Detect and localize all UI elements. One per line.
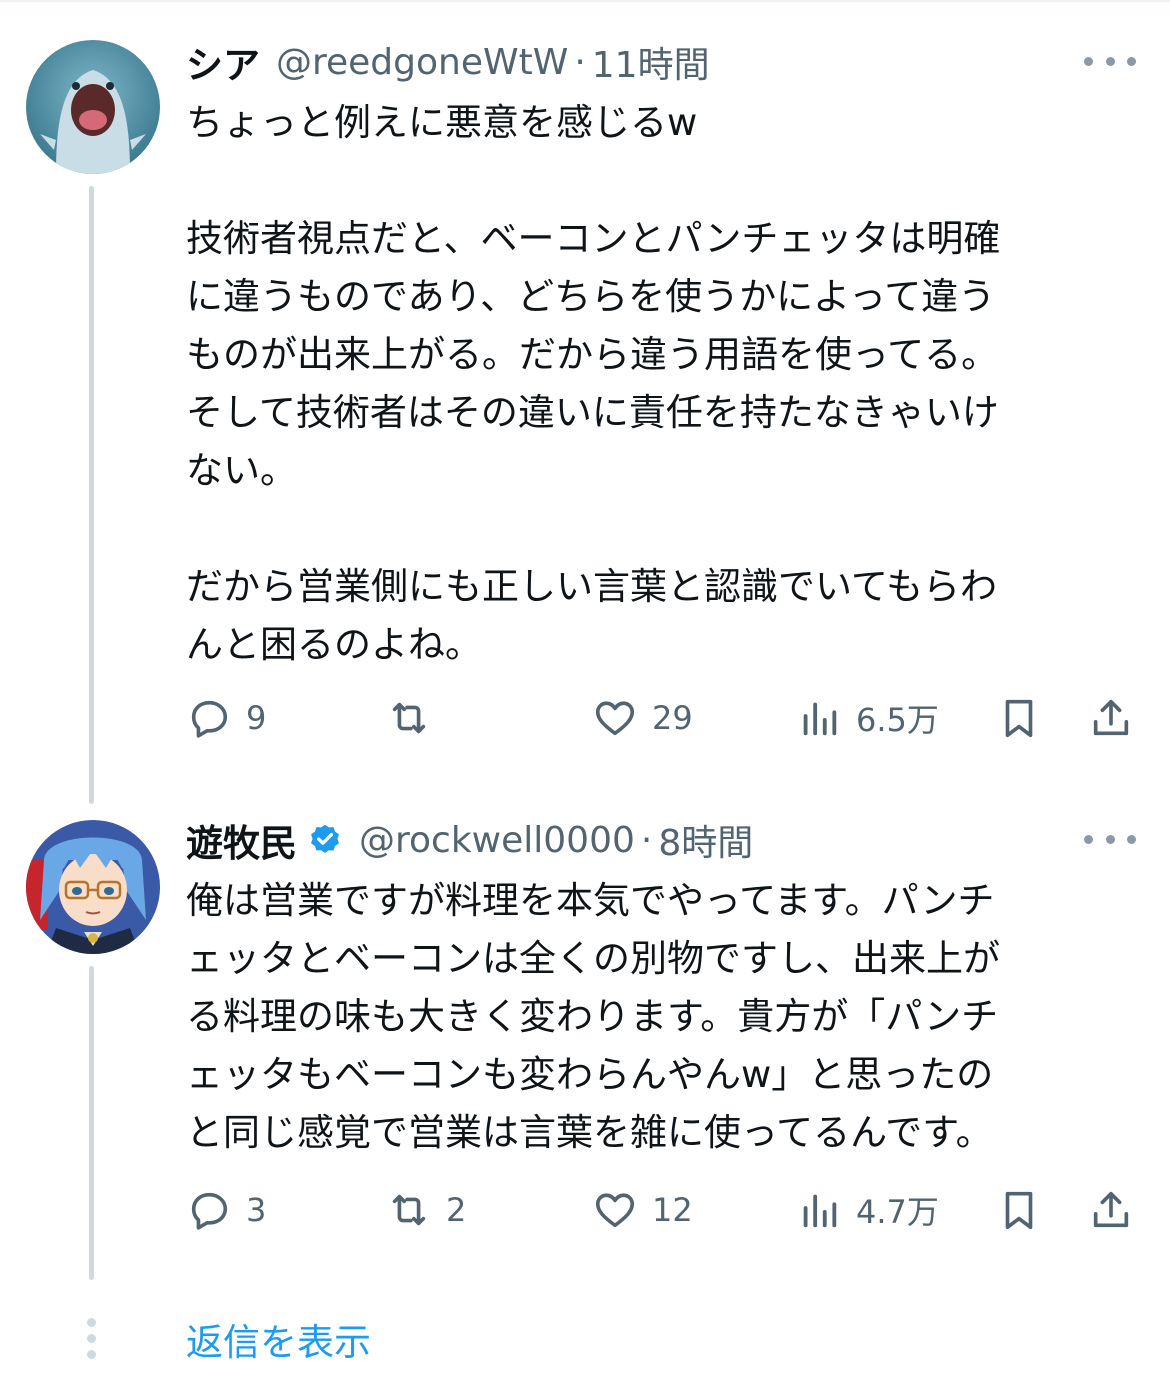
tweet[interactable]: シア @reedgoneWtW · 11時間 ちょっと例えに悪意を感じるw 技術… — [186, 32, 1136, 752]
bar-chart-icon — [803, 1194, 837, 1228]
reply-button[interactable]: 3 — [186, 1180, 266, 1240]
more-icon[interactable] — [1084, 824, 1136, 854]
tweet-text-line: と同じ感覚で営業は言葉を雑に使ってるんです。 — [186, 1111, 993, 1154]
thread-line — [89, 966, 94, 1280]
tweet-actions: 9 29 6.5万 — [186, 688, 1136, 748]
retweet-icon — [392, 702, 426, 734]
tweet-text: ちょっと例えに悪意を感じるw 技術者視点だと、ベーコンとパンチェッタは明確 に違… — [186, 94, 1126, 674]
tweet-text-line: 技術者視点だと、ベーコンとパンチェッタは明確 — [186, 217, 1001, 260]
tweet-text-line: 俺は営業ですが料理を本気でやってます。パンチ — [186, 879, 995, 922]
thread-dots-icon — [87, 1318, 97, 1366]
tweet-text-line: そして技術者はその違いに責任を持たなきゃいけ — [186, 391, 999, 434]
bookmark-button[interactable] — [996, 688, 1042, 748]
like-count: 12 — [652, 1191, 693, 1229]
display-name[interactable]: 遊牧民 — [186, 813, 297, 867]
views-button[interactable]: 6.5万 — [796, 688, 939, 748]
tweet-text-line: ェッタもベーコンも変わらんやんw」と思ったの — [186, 1053, 994, 1096]
bookmark-icon — [1005, 1191, 1033, 1230]
bookmark-button[interactable] — [996, 1180, 1042, 1240]
display-name[interactable]: シア — [186, 35, 260, 89]
user-handle[interactable]: @reedgoneWtW — [276, 42, 568, 83]
heart-icon — [595, 1193, 635, 1228]
tweet-text-line: に違うものであり、どちらを使うかによって違う — [186, 275, 996, 318]
retweet-button[interactable]: 2 — [386, 1180, 466, 1240]
tweet[interactable]: 遊牧民 @rockwell0000 · 8時間 俺は営業ですが料理を本気でやって… — [186, 810, 1136, 1250]
views-button[interactable]: 4.7万 — [796, 1180, 939, 1240]
reply-count: 9 — [246, 699, 267, 737]
more-icon[interactable] — [1084, 46, 1136, 76]
tweet-text-line: んと困るのよね。 — [186, 623, 482, 666]
reply-button[interactable]: 9 — [186, 688, 266, 748]
tweet-text-line: る料理の味も大きく変わります。貴方が「パンチ — [186, 995, 999, 1038]
retweet-icon — [392, 1194, 426, 1226]
retweet-count: 2 — [446, 1191, 467, 1229]
top-divider — [0, 0, 1170, 2]
retweet-button[interactable] — [386, 688, 446, 748]
tweet-text-line: ない。 — [186, 449, 297, 492]
reply-count: 3 — [246, 1191, 267, 1229]
bookmark-icon — [1005, 699, 1033, 738]
thread-line — [89, 186, 94, 804]
like-button[interactable]: 12 — [592, 1180, 693, 1240]
show-replies-link[interactable]: 返信を表示 — [186, 1312, 371, 1366]
avatar-anime-girl[interactable] — [26, 820, 160, 954]
like-button[interactable]: 29 — [592, 688, 693, 748]
tweet-text-line: ちょっと例えに悪意を感じるw — [186, 101, 698, 144]
share-icon — [1093, 699, 1129, 736]
heart-icon — [595, 701, 635, 736]
share-icon — [1093, 1191, 1129, 1228]
verified-badge-icon — [307, 822, 343, 858]
avatar-quagsire[interactable] — [26, 40, 160, 174]
reply-icon — [191, 700, 228, 738]
tweet-text-blank — [186, 500, 1126, 558]
timestamp[interactable]: 11時間 — [592, 36, 710, 88]
tweet-actions: 3 2 12 4.7万 — [186, 1180, 1136, 1240]
tweet-text-line: ェッタとベーコンは全くの別物ですし、出来上が — [186, 937, 1000, 980]
tweet-text-blank — [186, 152, 1126, 210]
reply-icon — [191, 1192, 228, 1230]
user-handle[interactable]: @rockwell0000 — [359, 820, 635, 861]
share-button[interactable] — [1088, 688, 1134, 748]
tweet-text-line: ものが出来上がる。だから違う用語を使ってる。 — [186, 333, 999, 376]
separator-dot: · — [574, 41, 586, 83]
bar-chart-icon — [803, 702, 837, 736]
separator-dot: · — [640, 819, 653, 861]
share-button[interactable] — [1088, 1180, 1134, 1240]
timestamp[interactable]: 8時間 — [658, 814, 753, 866]
tweet-text-line: だから営業側にも正しい言葉と認識でいてもらわ — [186, 565, 998, 608]
view-count: 4.7万 — [856, 1193, 939, 1231]
tweet-header: 遊牧民 @rockwell0000 · 8時間 — [186, 810, 753, 870]
like-count: 29 — [652, 699, 693, 737]
view-count: 6.5万 — [856, 701, 939, 739]
tweet-text: 俺は営業ですが料理を本気でやってます。パンチ ェッタとベーコンは全くの別物ですし… — [186, 872, 1126, 1162]
tweet-header: シア @reedgoneWtW · 11時間 — [186, 32, 710, 92]
